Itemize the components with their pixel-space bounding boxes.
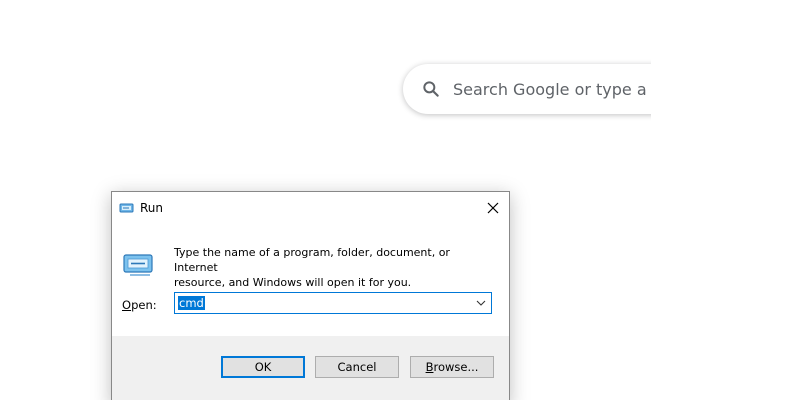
cancel-button[interactable]: Cancel xyxy=(315,356,399,378)
dialog-body: Type the name of a program, folder, docu… xyxy=(112,224,509,336)
dialog-titlebar[interactable]: Run xyxy=(112,192,509,224)
open-input-value[interactable]: cmd xyxy=(178,296,205,310)
search-input-placeholder: Search Google or type a UR xyxy=(453,79,663,99)
run-dialog: Run Type the name of a program, folder, … xyxy=(111,191,510,400)
dialog-title: Run xyxy=(140,201,164,215)
ok-button[interactable]: OK xyxy=(221,356,305,378)
open-label-accelerator: O xyxy=(122,298,132,312)
close-button[interactable] xyxy=(477,192,509,224)
search-icon xyxy=(421,77,441,101)
browse-accelerator: B xyxy=(425,360,434,374)
open-label-text: pen: xyxy=(131,298,157,312)
browse-button[interactable]: Browse... xyxy=(410,356,494,378)
dialog-description: Type the name of a program, folder, docu… xyxy=(174,245,494,290)
open-label: Open: xyxy=(122,298,157,312)
run-app-icon xyxy=(119,200,135,216)
browse-label-text: rowse... xyxy=(433,360,479,374)
chevron-down-icon[interactable] xyxy=(474,296,488,310)
run-large-icon xyxy=(122,248,156,278)
search-box-clip xyxy=(651,56,691,122)
close-icon xyxy=(487,199,499,218)
page: Search Google or type a UR Run Type the … xyxy=(0,0,800,400)
open-combobox[interactable]: cmd xyxy=(174,292,492,314)
google-search-box[interactable]: Search Google or type a UR xyxy=(403,64,663,114)
dialog-button-bar: OK Cancel Browse... xyxy=(112,336,509,400)
description-line-2: resource, and Windows will open it for y… xyxy=(174,276,412,289)
description-line-1: Type the name of a program, folder, docu… xyxy=(174,246,450,274)
